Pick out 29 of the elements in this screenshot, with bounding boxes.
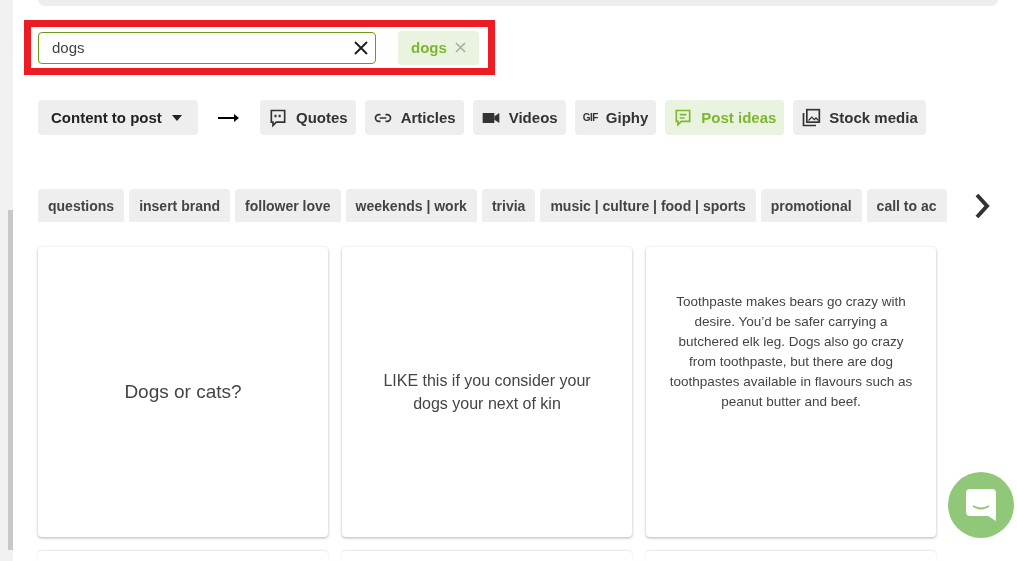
- chevron-right-icon[interactable]: [974, 192, 990, 219]
- content-dropdown[interactable]: Content to post: [38, 100, 198, 136]
- category-chip[interactable]: questions: [38, 189, 125, 222]
- message-icon: [673, 107, 694, 128]
- image-stack-icon: [801, 107, 822, 128]
- source-tab[interactable]: Videos: [472, 100, 566, 136]
- category-chip[interactable]: trivia: [481, 189, 536, 222]
- post-card[interactable]: LIKE this if you consider your dogs your next of kin: [342, 247, 632, 537]
- post-text: LIKE this if you consider your dogs your next of kin: [382, 371, 592, 414]
- close-icon[interactable]: [354, 40, 368, 55]
- category-chip[interactable]: follower love: [235, 189, 341, 222]
- gif-icon: GIF: [582, 110, 598, 126]
- category-chip[interactable]: music | culture | food | sports: [540, 189, 756, 222]
- post-text: Toothpaste makes bears go crazy with desire. You’d be safer carrying a butchered elk leg. Dogs also go crazy from toothpaste, but there are dog toothpastes available in flavours such as peanut butter and beef.: [668, 293, 914, 411]
- source-tab[interactable]: Stock media: [793, 100, 926, 136]
- category-chip[interactable]: weekends | work: [345, 189, 477, 222]
- source-tab[interactable]: Quotes: [260, 100, 356, 136]
- caret-icon: [171, 114, 182, 121]
- post-card[interactable]: Dogs or cats?: [38, 247, 328, 537]
- post-text: Dogs or cats?: [123, 379, 243, 404]
- category-chip[interactable]: insert brand: [129, 189, 231, 222]
- search-field[interactable]: dogs: [38, 31, 376, 64]
- category-chip[interactable]: call to ac: [866, 189, 947, 222]
- quote-bubble-icon: [268, 107, 288, 128]
- source-tab[interactable]: GIF Giphy: [574, 100, 657, 136]
- chat-icon: [966, 489, 996, 521]
- source-tab[interactable]: Articles: [364, 100, 464, 136]
- category-chip[interactable]: promotional: [760, 189, 862, 222]
- arrow-icon: [218, 112, 240, 123]
